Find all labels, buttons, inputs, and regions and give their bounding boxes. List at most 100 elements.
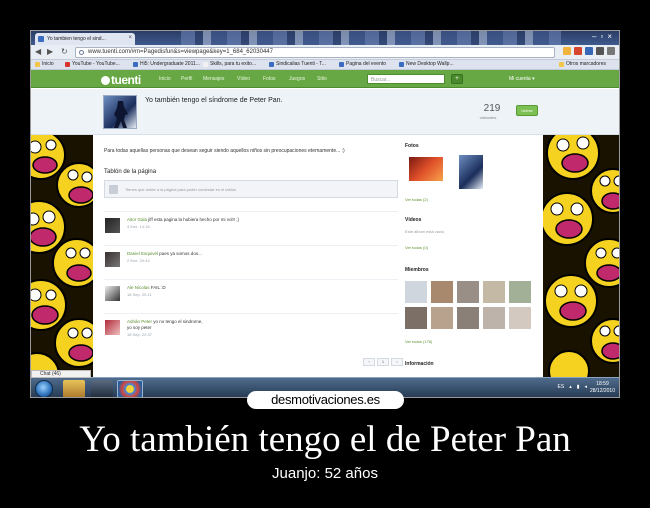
browser-tab-bar: Yo tambien tengo el sind... × –▫× [31,31,619,45]
post-author[interactable]: Daniel Esquivel [127,251,158,256]
member-avatar[interactable] [457,307,479,329]
board-post: Aitor Gala jiff esta pagina la hubiera h… [104,211,398,245]
bookmark-item[interactable]: Skills, para tu exito... [203,61,256,67]
page-avatar[interactable] [103,95,137,129]
videos-link[interactable]: Ver todos (0) [405,245,428,250]
photo-thumbnail[interactable] [459,155,483,189]
board-post: Adrián Peter yo no tengo el sindrome, yo… [104,313,398,347]
pager-prev[interactable]: ‹ [363,358,375,366]
page-icon [79,50,84,55]
extension-icons [563,47,615,55]
videos-empty: Este álbum está vacío [405,229,445,234]
avatar[interactable] [105,320,120,335]
reload-icon[interactable]: ↻ [61,47,68,56]
post-date: 2 Ene. 20:44 [127,258,150,263]
info-icon [109,185,118,194]
search-placeholder: Buscar... [371,77,391,83]
clock[interactable]: 18:59 28/12/2010 [590,381,615,395]
post-date: 4 Ene. 14:16 [127,224,150,229]
tray-arrow-icon[interactable]: ▴ [569,384,572,390]
network-icon[interactable]: ▮ [577,384,580,390]
post-author[interactable]: Ale Nicolas [127,285,150,290]
search-input[interactable]: Buscar... [367,74,445,84]
nav-inicio[interactable]: Inicio [159,76,171,82]
bookmark-item[interactable]: New Desktop Wallp... [399,61,454,67]
bookmark-item[interactable]: YouTube - YouTube... [65,61,120,67]
url-input[interactable]: www.tuenti.com/#m=Pagedisfun&s=viewpage&… [75,47,555,58]
member-avatar[interactable] [405,281,427,303]
poster-subtitle: Juanjo: 52 años [272,465,378,482]
smiley-wallpaper-right [543,135,619,377]
avatar[interactable] [105,252,120,267]
close-tab-icon[interactable]: × [128,35,132,41]
system-tray: ES ▴ ▮ ◂ [558,384,587,390]
nav-fotos[interactable]: Fotos [263,76,276,82]
window-controls[interactable]: –▫× [592,32,616,41]
back-icon[interactable]: ◀ [35,47,41,56]
member-avatar[interactable] [509,281,531,303]
bookmark-item[interactable]: Sindicalias Tuenti - T... [269,61,326,67]
media-player-icon[interactable] [91,380,113,397]
pager-page[interactable]: 1 [377,358,389,366]
bookmark-item[interactable]: Hi5: Undergraduate 2011... [133,61,200,67]
member-avatar[interactable] [483,307,505,329]
wallpaper-strip [181,31,561,45]
join-button[interactable]: Unirse [516,105,538,116]
photo-thumbnail[interactable] [409,157,443,181]
url-text: www.tuenti.com/#m=Pagedisfun&s=viewpage&… [88,49,273,55]
extension-icon[interactable] [574,47,582,55]
nav-mensajes[interactable]: Mensajes [203,76,224,82]
avatar[interactable] [105,286,120,301]
post-author[interactable]: Aitor Gala [127,217,147,222]
nav-sitio[interactable]: Sitio [317,76,327,82]
member-avatar[interactable] [405,307,427,329]
browser-tab[interactable]: Yo tambien tengo el sind... × [35,33,135,45]
member-avatar[interactable] [483,281,505,303]
language-indicator[interactable]: ES [558,384,565,390]
board-post: Ale Nicolas FAIL :D 18 Sep. 20:11 [104,279,398,313]
post-text: jiff esta pagina la hubiera hecho por mi… [148,217,239,222]
bookmark-item[interactable]: Pagina del evento [339,61,386,67]
visits-count: 219 [483,103,501,114]
volume-icon[interactable]: ◂ [584,384,587,390]
member-avatar[interactable] [431,307,453,329]
nav-juegos[interactable]: Juegos [289,76,305,82]
member-avatar[interactable] [457,281,479,303]
user-menu[interactable]: Mi cuenta ▾ [509,76,535,82]
bookmarks-bar: Inicio YouTube - YouTube... Hi5: Undergr… [31,60,619,70]
forward-icon[interactable]: ▶ [47,47,53,56]
bookmark-item[interactable]: Inicio [35,61,54,67]
member-avatar[interactable] [509,307,531,329]
chat-button[interactable]: Chat (46) [31,370,91,378]
smiley-wallpaper-left [31,135,93,377]
explorer-icon[interactable] [63,380,85,397]
member-avatar[interactable] [431,281,453,303]
tuenti-header: tuenti Inicio Perfil Mensajes Vídeo Foto… [31,70,619,88]
peter-pan-silhouette-icon [114,101,128,128]
members-link[interactable]: Ver todos (176) [405,339,432,344]
other-bookmarks[interactable]: Otros marcadores [559,61,606,67]
post-date: 18 Sep. 22:37 [127,332,152,337]
wrench-icon[interactable] [607,47,615,55]
post-author[interactable]: Adrián Peter [127,319,152,324]
board-input[interactable]: Tienes que unirte a la página para poder… [104,180,398,198]
extension-icon[interactable] [585,47,593,55]
clock-date: 28/12/2010 [589,388,615,394]
tuenti-favicon-icon [38,36,44,42]
search-button[interactable]: + [451,74,463,84]
star-icon[interactable] [563,47,571,55]
avatar[interactable] [105,218,120,233]
page-menu-icon[interactable] [596,47,604,55]
site-watermark: desmotivaciones.es [247,391,404,409]
right-sidebar: Fotos Ver todas (2) Vídeos Este álbum es… [401,135,543,377]
photos-link[interactable]: Ver todas (2) [405,197,428,202]
board-placeholder: Tienes que unirte a la página para poder… [125,187,237,192]
chrome-icon[interactable] [117,380,143,397]
board-post: Daniel Esquivel pues ya somos dos... 2 E… [104,245,398,279]
windows-start-icon[interactable] [35,380,53,397]
nav-perfil[interactable]: Perfil [181,76,192,82]
page-header: Yo también tengo el síndrome de Peter Pa… [31,89,619,135]
tuenti-logo[interactable]: tuenti [101,73,141,87]
nav-video[interactable]: Vídeo [237,76,250,82]
tab-title: Yo tambien tengo el sind... [47,36,106,42]
